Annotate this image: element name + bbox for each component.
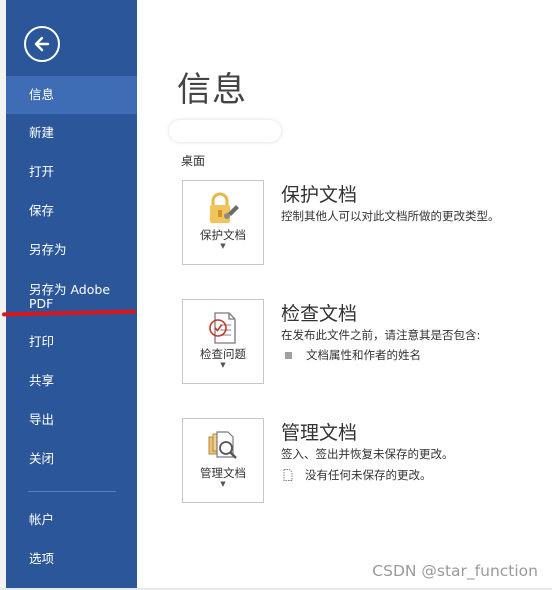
check-for-issues-button[interactable]: 检查问题 ▼ — [182, 299, 264, 384]
sidebar-item-label: 选项 — [29, 551, 55, 566]
sidebar-item-label: 另存为 — [29, 242, 67, 257]
inspect-document-description: 在发布此文件之前，请注意其是否包含: — [281, 328, 481, 342]
sidebar-item-info[interactable]: 信息 — [6, 76, 137, 114]
chevron-down-icon: ▼ — [220, 242, 226, 250]
inspect-bullet-text: 文档属性和作者的姓名 — [306, 348, 421, 362]
sidebar-item-label: 帐户 — [29, 512, 55, 527]
check-for-issues-label: 检查问题 — [200, 347, 246, 361]
backstage-sidebar: 信息 新建 打开 保存 另存为 另存为 Adobe PDF 打印 共享 导出 关… — [6, 0, 137, 590]
back-button[interactable] — [24, 26, 60, 62]
sidebar-item-open[interactable]: 打开 — [6, 165, 137, 179]
inspect-bullet-item: 文档属性和作者的姓名 — [283, 347, 421, 363]
page-title: 信息 — [177, 70, 247, 110]
sidebar-item-export[interactable]: 导出 — [6, 413, 137, 427]
sidebar-item-save-as[interactable]: 另存为 — [6, 243, 137, 257]
inspect-document-section: 检查问题 ▼ 检查文档 在发布此文件之前，请注意其是否包含: 文档属性和作者的姓… — [182, 299, 552, 389]
back-arrow-icon — [34, 36, 50, 52]
bullet-square-icon — [285, 351, 292, 359]
sidebar-item-account[interactable]: 帐户 — [6, 513, 137, 527]
sidebar-item-new[interactable]: 新建 — [6, 126, 137, 140]
sidebar-item-share[interactable]: 共享 — [6, 374, 137, 388]
manage-document-button[interactable]: 管理文档 ▼ — [182, 418, 264, 503]
document-location: 桌面 — [181, 154, 206, 168]
sidebar-item-label: 信息 — [29, 87, 55, 102]
manage-document-icon — [208, 431, 237, 459]
sidebar-divider — [28, 491, 116, 492]
inspect-document-title: 检查文档 — [281, 303, 358, 325]
sidebar-item-close[interactable]: 关闭 — [6, 452, 137, 466]
protect-document-title: 保护文档 — [281, 184, 358, 206]
protect-document-button[interactable]: 保护文档 ▼ — [182, 180, 264, 265]
protect-document-description: 控制其他人可以对此文档所做的更改类型。 — [281, 209, 500, 223]
document-name-field[interactable] — [169, 120, 281, 142]
sidebar-item-save[interactable]: 保存 — [6, 204, 137, 218]
sidebar-item-label: 打印 — [29, 334, 55, 349]
manage-bullet-text: 没有任何未保存的更改。 — [305, 468, 432, 482]
manage-bullet-item: 没有任何未保存的更改。 — [283, 467, 432, 483]
document-icon — [283, 469, 293, 481]
sidebar-item-label: 新建 — [29, 125, 55, 140]
manage-document-title: 管理文档 — [281, 422, 358, 444]
sidebar-item-save-as-pdf[interactable]: 另存为 Adobe PDF — [6, 283, 126, 311]
manage-document-section: 管理文档 ▼ 管理文档 签入、签出并恢复未保存的更改。 没有任何未保存的更改。 — [182, 418, 552, 508]
watermark: CSDN @star_function — [372, 562, 538, 580]
protect-document-section: 保护文档 ▼ 保护文档 控制其他人可以对此文档所做的更改类型。 — [182, 180, 552, 270]
manage-document-description: 签入、签出并恢复未保存的更改。 — [281, 447, 454, 461]
manage-document-label: 管理文档 — [200, 466, 246, 480]
protect-document-label: 保护文档 — [200, 228, 246, 242]
info-panel: 信息 桌面 保护文档 ▼ 保护文档 控制其他人可以对此文档所做的更改类型。 检查… — [137, 0, 552, 590]
chevron-down-icon: ▼ — [220, 480, 226, 488]
sidebar-item-label: 打开 — [29, 164, 55, 179]
sidebar-item-label: 共享 — [29, 373, 55, 388]
chevron-down-icon: ▼ — [220, 361, 226, 369]
inspect-document-icon — [209, 312, 236, 344]
sidebar-item-options[interactable]: 选项 — [6, 552, 137, 566]
sidebar-item-label: 关闭 — [29, 451, 55, 466]
sidebar-item-label: 另存为 Adobe PDF — [29, 282, 111, 311]
sidebar-item-label: 保存 — [29, 203, 55, 218]
sidebar-item-print[interactable]: 打印 — [6, 335, 137, 349]
sidebar-item-label: 导出 — [29, 412, 55, 427]
lock-icon — [210, 192, 239, 223]
